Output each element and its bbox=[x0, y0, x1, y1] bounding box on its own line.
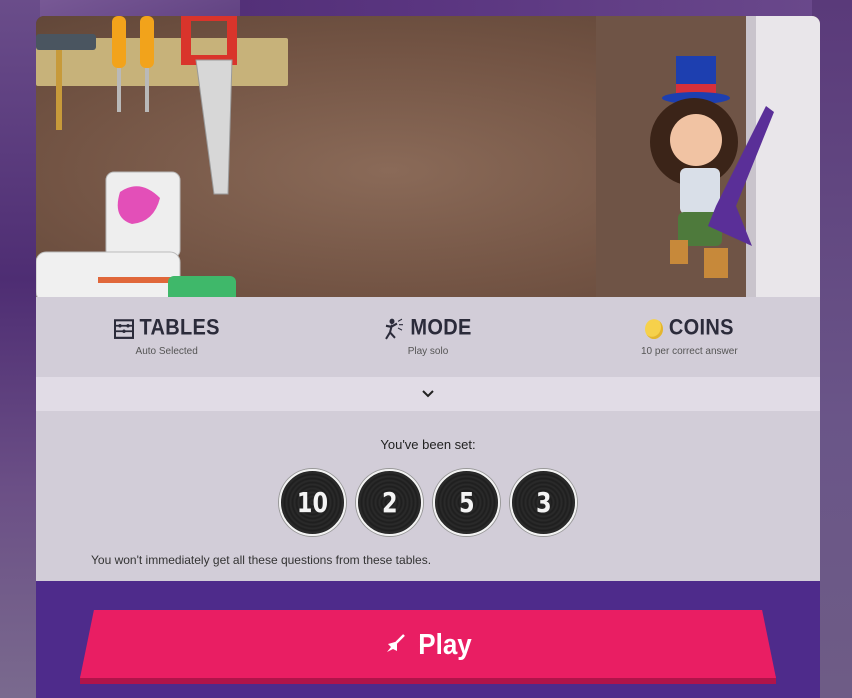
hammer-icon bbox=[36, 34, 96, 130]
set-heading: You've been set: bbox=[380, 437, 476, 452]
coin-icon bbox=[644, 318, 663, 339]
abacus-icon bbox=[113, 318, 134, 339]
chevron-down-icon bbox=[422, 390, 434, 398]
guitar-icon bbox=[387, 634, 406, 652]
mode-subtitle: Play solo bbox=[407, 346, 449, 357]
mode-title: MODE bbox=[410, 315, 472, 341]
table-number: 5 bbox=[458, 486, 475, 519]
game-setup-card: TABLES Auto Selected MODE Play solo COIN… bbox=[36, 16, 820, 698]
scene-illustration bbox=[36, 16, 820, 297]
paint-can-icon bbox=[36, 171, 236, 297]
tables-title: TABLES bbox=[139, 315, 220, 341]
coins-subtitle: 10 per correct answer bbox=[640, 346, 738, 357]
play-area: Play bbox=[36, 581, 820, 698]
table-number: 10 bbox=[296, 486, 329, 519]
saw-icon bbox=[181, 16, 237, 195]
record-table-badge: 5 bbox=[433, 469, 500, 536]
background-blur-left bbox=[0, 0, 40, 698]
table-number: 3 bbox=[535, 486, 552, 519]
tables-note: You won't immediately get all these ques… bbox=[91, 553, 432, 567]
rockstar-icon bbox=[385, 318, 404, 340]
play-label: Play bbox=[418, 626, 472, 660]
table-number: 2 bbox=[381, 486, 398, 519]
tables-subtitle: Auto Selected bbox=[135, 346, 198, 357]
record-table-badge: 10 bbox=[279, 469, 346, 536]
screwdriver-icon bbox=[112, 16, 154, 112]
rocker-character bbox=[650, 56, 774, 278]
coins-title: COINS bbox=[668, 315, 734, 341]
record-table-badge: 2 bbox=[356, 469, 423, 536]
mode-setting[interactable]: MODE Play solo bbox=[297, 297, 558, 377]
tables-setting[interactable]: TABLES Auto Selected bbox=[36, 297, 297, 377]
assigned-tables-panel: You've been set: 10 2 5 3 You won't imme… bbox=[36, 411, 820, 581]
play-button[interactable]: Play bbox=[80, 610, 776, 678]
record-table-badge: 3 bbox=[510, 469, 577, 536]
coins-setting[interactable]: COINS 10 per correct answer bbox=[559, 297, 820, 377]
table-records: 10 2 5 3 bbox=[36, 469, 820, 536]
scene-artwork bbox=[36, 16, 774, 297]
game-settings-bar: TABLES Auto Selected MODE Play solo COIN… bbox=[36, 297, 820, 377]
expand-settings-toggle[interactable] bbox=[36, 377, 820, 411]
